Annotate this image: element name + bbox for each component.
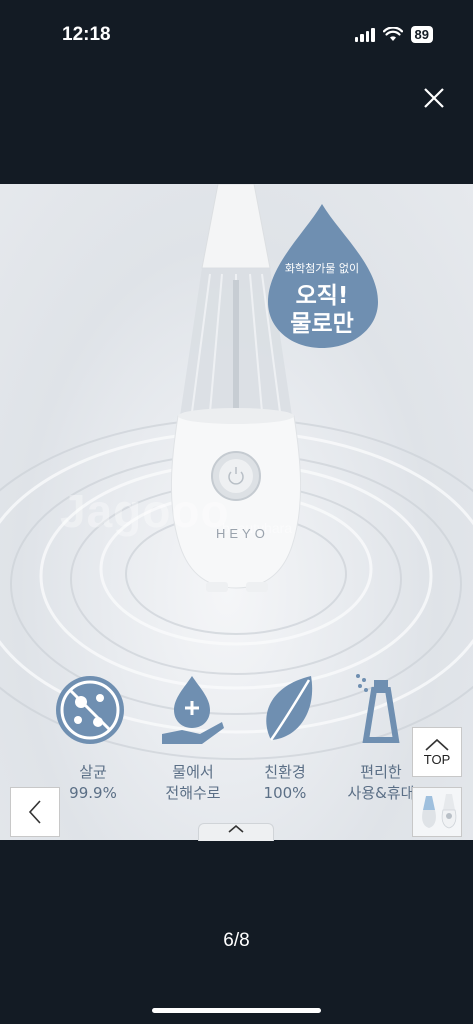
drop-line-2: 물로만 [290, 311, 354, 337]
chevron-up-icon [425, 738, 449, 751]
status-time: 12:18 [62, 24, 111, 45]
chevron-up-icon [228, 824, 244, 833]
top-label: TOP [423, 751, 451, 767]
scroll-top-button[interactable]: TOP [412, 727, 462, 777]
chevron-left-icon [28, 800, 41, 824]
status-bar: 12:18 89 [0, 0, 473, 70]
feature-label-sterilize: 살균 99.9% [69, 763, 117, 802]
close-icon [424, 88, 444, 108]
drop-small-text: 화학첨가물 없이 [284, 262, 360, 275]
feature-label-eco: 친환경 100% [263, 763, 307, 802]
previous-button[interactable] [10, 787, 60, 837]
product-thumbnail[interactable] [412, 787, 462, 837]
status-icons: 89 [354, 26, 433, 43]
battery-icon: 89 [410, 26, 433, 43]
feature-label-electrolyzed: 물에서 전해수로 [165, 763, 221, 802]
brand-logo: HEYO [216, 526, 269, 541]
watermark: Jagooo [60, 485, 230, 537]
expand-details-tab[interactable] [198, 823, 274, 841]
close-button[interactable] [418, 82, 450, 114]
signal-icon [354, 27, 375, 42]
thumbnail-image [413, 788, 461, 836]
no-germs-icon [56, 676, 124, 744]
home-indicator[interactable] [152, 1008, 321, 1013]
wifi-icon [382, 27, 403, 41]
product-image[interactable]: Jagooo beautyhara HEYO 화학첨가물 없이 오직! 물로만 … [0, 184, 473, 840]
page-indicator: 6/8 [223, 930, 250, 951]
